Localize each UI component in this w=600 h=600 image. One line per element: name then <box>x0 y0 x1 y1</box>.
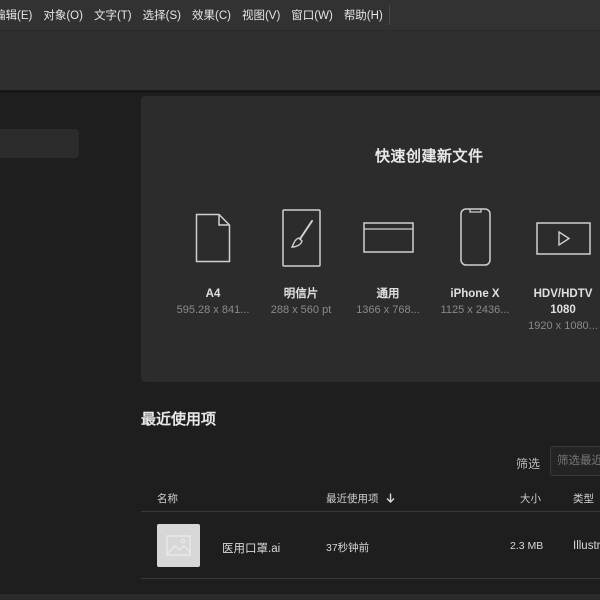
video-play-icon <box>536 222 591 255</box>
header-divider <box>141 511 600 512</box>
preset-postcard[interactable]: 明信片 288 x 560 pt <box>257 205 345 325</box>
column-recent-label: 最近使用项 <box>326 493 379 505</box>
quick-create-title: 快速创建新文件 <box>375 148 484 165</box>
file-thumbnail <box>157 524 200 567</box>
file-name[interactable]: 医用口罩.ai <box>222 540 280 556</box>
preset-name: HDV/HDTV <box>533 288 593 300</box>
menu-type[interactable]: 文字(T) <box>94 7 132 23</box>
file-time: 37秒钟前 <box>326 542 370 554</box>
browser-window-icon <box>363 222 414 253</box>
image-placeholder-icon <box>166 535 191 556</box>
menu-effect[interactable]: 效果(C) <box>192 7 231 23</box>
menu-view[interactable]: 视图(V) <box>242 7 280 23</box>
menu-help[interactable]: 帮助(H) <box>344 7 383 23</box>
preset-name: A4 <box>205 288 221 300</box>
preset-a4[interactable]: A4 595.28 x 841... <box>169 205 257 325</box>
file-size: 2.3 MB <box>510 540 544 552</box>
column-recent[interactable]: 最近使用项 <box>326 491 395 506</box>
preset-iphone-x[interactable]: iPhone X 1125 x 2436... <box>431 205 519 325</box>
preset-size: 1366 x 768... <box>356 304 420 316</box>
menu-separator <box>389 5 390 25</box>
page-icon <box>195 213 231 263</box>
preset-size: 288 x 560 pt <box>270 304 332 316</box>
preset-name-line2: 1080 <box>550 304 576 316</box>
sort-down-arrow-icon <box>386 493 395 503</box>
menu-select[interactable]: 选择(S) <box>143 7 181 23</box>
menu-edit[interactable]: 编辑(E) <box>0 7 32 23</box>
menu-window[interactable]: 窗口(W) <box>291 7 333 23</box>
postcard-brush-icon <box>282 209 321 267</box>
preset-name: iPhone X <box>450 288 500 300</box>
file-type: Illustr <box>573 540 600 552</box>
filter-input[interactable] <box>550 446 600 476</box>
left-panel <box>0 93 140 600</box>
preset-name: 通用 <box>376 288 400 300</box>
preset-hdtv[interactable]: HDV/HDTV 1080 1920 x 1080... <box>519 205 600 335</box>
menu-object[interactable]: 对象(O) <box>43 7 83 23</box>
toolbar <box>0 31 600 90</box>
preset-general[interactable]: 通用 1366 x 768... <box>344 205 432 325</box>
bottom-bar <box>0 594 600 600</box>
column-size[interactable]: 大小 <box>520 491 541 506</box>
row-divider <box>141 578 600 579</box>
left-panel-selected-item[interactable] <box>0 129 79 158</box>
preset-size: 1125 x 2436... <box>440 304 510 316</box>
recent-title: 最近使用项 <box>141 411 217 428</box>
preset-name: 明信片 <box>283 288 319 300</box>
column-name[interactable]: 名称 <box>157 491 178 506</box>
menu-bar: 编辑(E) 对象(O) 文字(T) 选择(S) 效果(C) 视图(V) 窗口(W… <box>0 0 600 31</box>
column-type[interactable]: 类型 <box>573 491 594 506</box>
preset-size: 1920 x 1080... <box>528 320 598 332</box>
filter-label: 筛选 <box>516 457 541 471</box>
preset-size: 595.28 x 841... <box>176 304 250 316</box>
phone-icon <box>460 208 491 266</box>
